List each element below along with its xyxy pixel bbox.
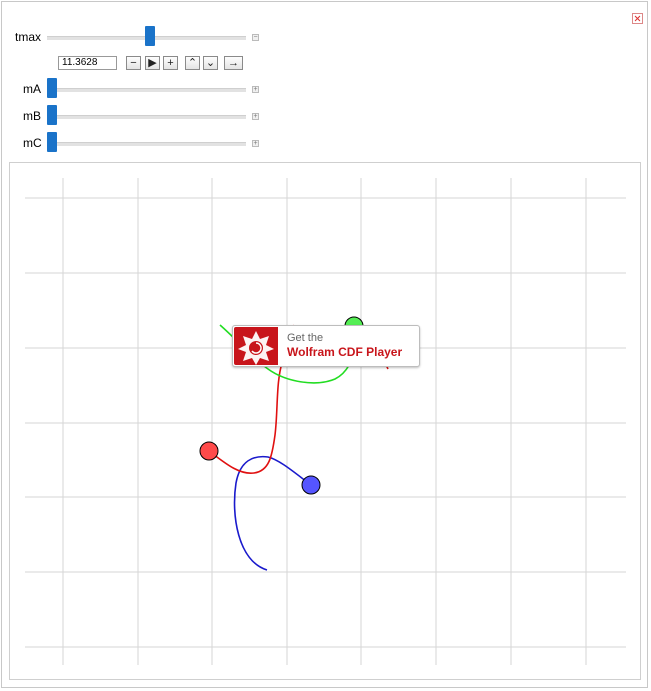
mb-slider-thumb[interactable]	[47, 105, 57, 125]
ma-slider-track[interactable]	[47, 88, 246, 92]
tmax-slider-thumb[interactable]	[145, 26, 156, 46]
banner-line1: Get the	[287, 332, 324, 344]
body-a	[199, 441, 219, 461]
plus-icon[interactable]: +	[252, 113, 259, 120]
grid	[25, 178, 626, 665]
step-forward-button[interactable]: +	[163, 56, 178, 70]
direction-button[interactable]: →	[224, 56, 243, 70]
minus-icon[interactable]: −	[252, 34, 259, 41]
wolfram-spikey-logo	[234, 327, 278, 365]
mb-label: mB	[23, 109, 41, 123]
ma-label: mA	[23, 82, 41, 96]
close-icon[interactable]	[632, 13, 643, 24]
banner-line2: Wolfram CDF Player	[287, 345, 403, 359]
step-back-button[interactable]: −	[126, 56, 141, 70]
tmax-label: tmax	[15, 30, 42, 44]
faster-button[interactable]: ⌃	[185, 56, 200, 70]
plus-icon[interactable]: +	[252, 86, 259, 93]
mc-slider-thumb[interactable]	[47, 132, 57, 152]
slower-button[interactable]: ⌄	[203, 56, 218, 70]
plus-icon[interactable]: +	[252, 140, 259, 147]
tmax-value-field[interactable]: 11.3628	[58, 56, 117, 70]
body-b	[301, 475, 321, 495]
plot-area	[9, 162, 641, 680]
mb-slider-track[interactable]	[47, 115, 246, 119]
ma-slider-thumb[interactable]	[47, 78, 57, 98]
cdf-player-banner[interactable]: Get the Wolfram CDF Player	[232, 325, 420, 367]
play-button[interactable]: ▶	[145, 56, 160, 70]
spikey-icon	[238, 331, 274, 365]
trajectory-b	[233, 455, 312, 571]
mc-label: mC	[23, 136, 42, 150]
mc-slider-track[interactable]	[47, 142, 246, 146]
orbit-plot	[25, 178, 626, 665]
